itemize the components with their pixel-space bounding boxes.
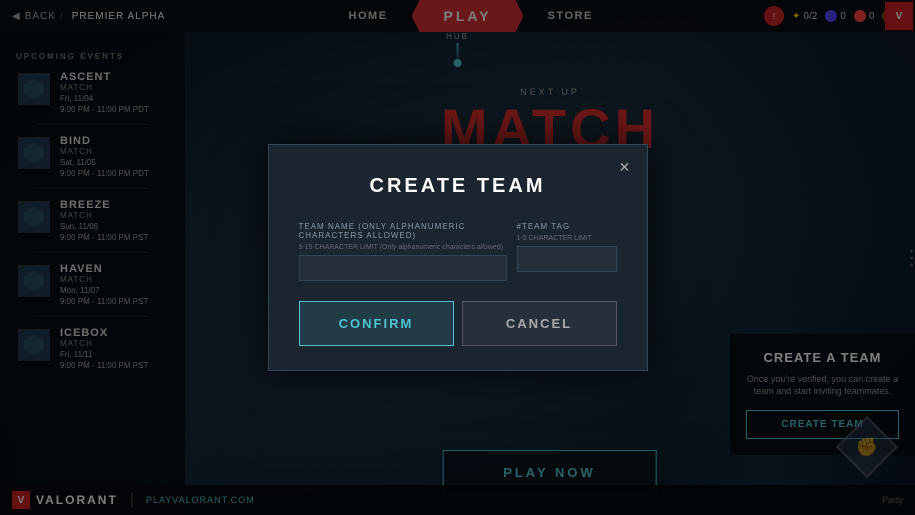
modal-fields: TEAM NAME (Only alphanumeric characters … [299, 222, 617, 281]
modal-close-button[interactable]: ✕ [613, 155, 637, 179]
modal-title: CREATE TEAM [299, 175, 617, 198]
team-name-sublabel: 5-15 CHARACTER LIMIT (Only alphanumeric … [299, 244, 507, 251]
team-name-input[interactable] [299, 255, 507, 281]
create-team-modal: ✕ CREATE TEAM TEAM NAME (Only alphanumer… [268, 144, 648, 371]
modal-buttons: CONFIRM CANCEL [299, 301, 617, 346]
team-tag-field: #TEAM TAG 1-5 CHARACTER LIMIT [517, 222, 617, 281]
confirm-button[interactable]: CONFIRM [299, 301, 454, 346]
team-tag-input[interactable] [517, 246, 617, 272]
modal-overlay[interactable]: ✕ CREATE TEAM TEAM NAME (Only alphanumer… [0, 0, 915, 515]
team-tag-sublabel: 1-5 CHARACTER LIMIT [517, 235, 617, 242]
cancel-button[interactable]: CANCEL [462, 301, 617, 346]
team-name-field: TEAM NAME (Only alphanumeric characters … [299, 222, 507, 281]
team-tag-label: #TEAM TAG [517, 222, 617, 231]
close-icon: ✕ [619, 159, 631, 176]
team-name-label: TEAM NAME (Only alphanumeric characters … [299, 222, 507, 240]
